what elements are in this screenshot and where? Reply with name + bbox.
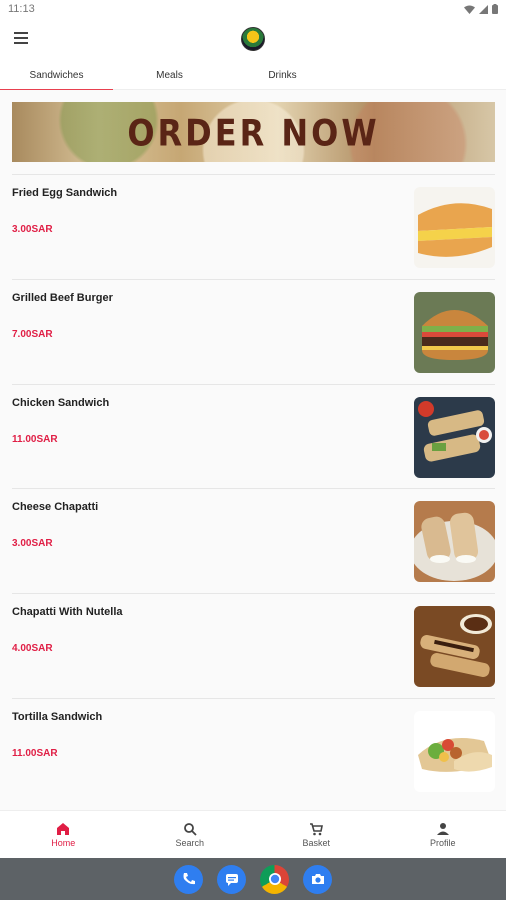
product-item[interactable]: Tortilla Sandwich 11.00SAR bbox=[12, 697, 495, 803]
product-price: 7.00SAR bbox=[12, 328, 53, 340]
product-image bbox=[414, 291, 495, 373]
menu-icon[interactable] bbox=[14, 29, 32, 47]
cart-icon bbox=[310, 822, 324, 835]
system-navigation-bar bbox=[0, 858, 506, 900]
product-content: ORDER NOW Fried Egg Sandwich 3.00SAR Gri… bbox=[0, 90, 506, 810]
product-name: Grilled Beef Burger bbox=[12, 291, 113, 304]
signal-icon bbox=[479, 4, 488, 14]
order-now-banner[interactable]: ORDER NOW bbox=[12, 102, 495, 162]
nav-basket-label: Basket bbox=[302, 837, 330, 848]
person-icon bbox=[436, 822, 449, 835]
product-image bbox=[414, 396, 495, 478]
product-name: Tortilla Sandwich bbox=[12, 710, 103, 723]
wifi-icon bbox=[464, 5, 475, 14]
product-price: 11.00SAR bbox=[12, 433, 58, 445]
product-item[interactable]: Chicken Sandwich 11.00SAR bbox=[12, 383, 495, 489]
banner-text: ORDER NOW bbox=[127, 111, 380, 155]
product-name: Chapatti With Nutella bbox=[12, 606, 123, 619]
product-item[interactable]: Cheese Chapatti 3.00SAR bbox=[12, 488, 495, 593]
app-bar bbox=[0, 18, 506, 60]
nav-basket[interactable]: Basket bbox=[253, 811, 380, 858]
status-icons bbox=[464, 4, 498, 14]
home-icon bbox=[57, 822, 70, 835]
camera-icon[interactable] bbox=[303, 864, 332, 894]
product-list: Fried Egg Sandwich 3.00SAR Grilled Beef … bbox=[12, 174, 495, 803]
tab-meals[interactable]: Meals bbox=[113, 60, 226, 90]
status-bar: 11:13 bbox=[0, 0, 506, 18]
nav-profile-label: Profile bbox=[429, 837, 456, 848]
product-item[interactable]: Grilled Beef Burger 7.00SAR bbox=[12, 278, 495, 384]
product-name: Cheese Chapatti bbox=[12, 501, 99, 514]
phone-icon[interactable] bbox=[174, 864, 203, 894]
product-price: 11.00SAR bbox=[12, 747, 58, 759]
search-icon bbox=[183, 822, 197, 836]
product-image bbox=[414, 187, 495, 268]
app-logo bbox=[241, 27, 265, 51]
product-price: 3.00SAR bbox=[12, 538, 53, 550]
nav-home-label: Home bbox=[51, 837, 76, 848]
product-item[interactable]: Fried Egg Sandwich 3.00SAR bbox=[12, 174, 495, 279]
battery-icon bbox=[492, 4, 498, 14]
product-image bbox=[414, 710, 495, 792]
category-tabs: Sandwiches Meals Drinks bbox=[0, 60, 506, 91]
nav-search-label: Search bbox=[175, 837, 205, 848]
product-image bbox=[414, 606, 495, 688]
nav-profile[interactable]: Profile bbox=[380, 811, 506, 858]
product-item[interactable]: Chapatti With Nutella 4.00SAR bbox=[12, 593, 495, 698]
nav-home[interactable]: Home bbox=[0, 811, 127, 858]
nav-search[interactable]: Search bbox=[127, 811, 254, 858]
product-name: Fried Egg Sandwich bbox=[12, 187, 118, 199]
tab-sandwiches[interactable]: Sandwiches bbox=[0, 60, 113, 91]
bottom-navigation: Home Search Basket Profile bbox=[0, 810, 506, 858]
product-image bbox=[414, 501, 495, 583]
chrome-icon[interactable] bbox=[260, 864, 289, 894]
messages-icon[interactable] bbox=[217, 864, 246, 894]
product-price: 4.00SAR bbox=[12, 643, 53, 655]
status-time: 11:13 bbox=[8, 3, 35, 15]
tab-drinks[interactable]: Drinks bbox=[226, 60, 339, 90]
product-name: Chicken Sandwich bbox=[12, 396, 110, 409]
product-price: 3.00SAR bbox=[12, 224, 53, 235]
